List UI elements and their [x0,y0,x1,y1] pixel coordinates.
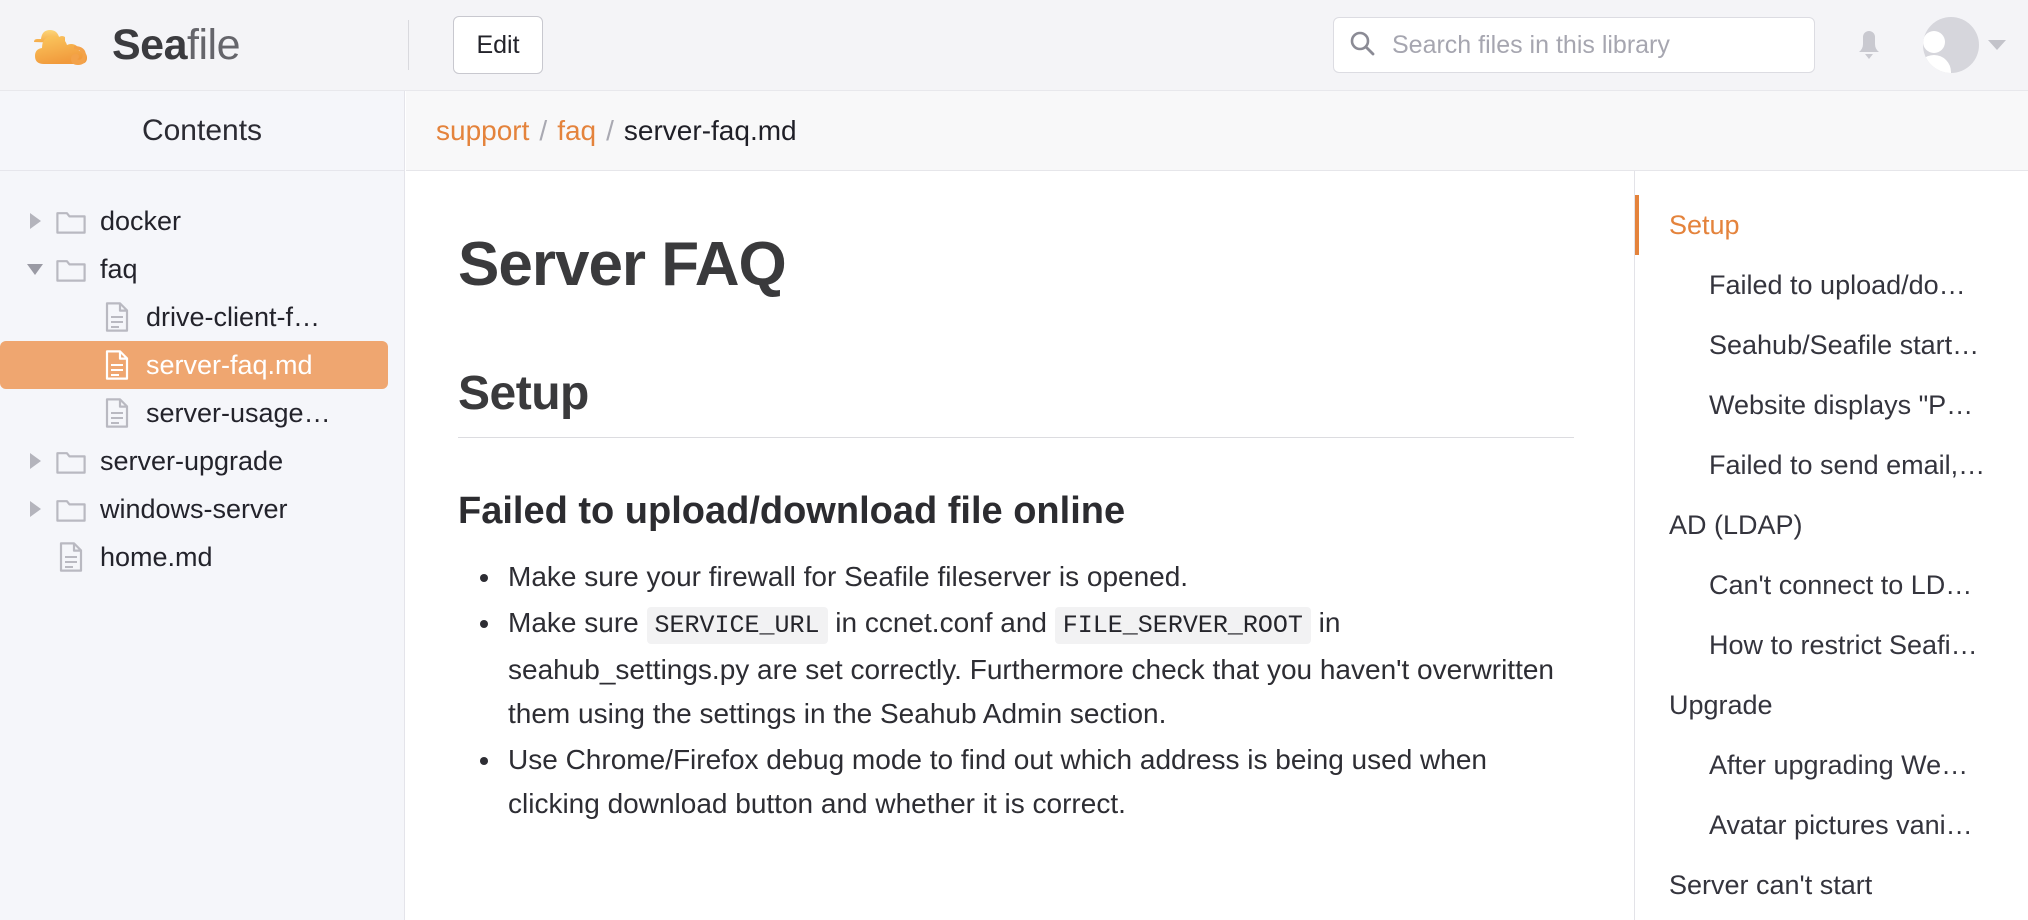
outline-item-label: After upgrading We… [1709,750,1968,781]
folder-icon [56,206,86,236]
bullet-item: Make sure SERVICE_URL in ccnet.conf and … [466,601,1574,736]
breadcrumb-item-faq[interactable]: faq [557,115,596,147]
tree-item-label: faq [100,254,138,285]
tree-item-label: server-usage… [146,398,331,429]
expand-triangle-icon[interactable] [22,496,48,522]
bullet-item: Make sure your firewall for Seafile file… [466,555,1574,599]
app-logo[interactable]: Seafile [0,0,400,91]
tree-item-label: drive-client-f… [146,302,320,333]
outline-item-how-to-restrict-seafi[interactable]: How to restrict Seafi… [1635,615,2028,675]
expand-triangle-icon[interactable] [22,448,48,474]
sidebar-title: Contents [142,114,262,148]
breadcrumb-item-support[interactable]: support [436,115,529,147]
chevron-down-icon [1988,40,2006,50]
section-heading-setup: Setup [458,366,1574,438]
tree-item-docker[interactable]: docker [0,197,388,245]
tree-item-label: docker [100,206,181,237]
outline-item-failed-to-send-email[interactable]: Failed to send email,… [1635,435,2028,495]
inline-code: SERVICE_URL [647,607,828,644]
expand-triangle-icon[interactable] [22,208,48,234]
seafile-cloud-logo-icon [30,20,104,70]
folder-icon [56,254,86,284]
outline-item-label: Setup [1669,210,1740,241]
tree-item-label: windows-server [100,494,288,525]
bullet-text: Make sure your firewall for Seafile file… [508,561,1188,592]
logo-text-bold: Sea [112,21,187,69]
outline-item-setup[interactable]: Setup [1635,195,2028,255]
outline-item-avatar-pictures-vani[interactable]: Avatar pictures vani… [1635,795,2028,855]
breadcrumb-separator: / [606,115,614,147]
file-icon [102,302,132,332]
tree-item-label: server-faq.md [146,350,313,381]
contents-sidebar: Contents docker faq drive-client-f… server-… [0,91,405,920]
document-bullet-list: Make sure your firewall for Seafile file… [458,555,1574,826]
sidebar-header: Contents [0,91,404,171]
search-input[interactable] [1392,31,1792,60]
app-header: Seafile Edit [0,0,2028,91]
tree-item-label: home.md [100,542,213,573]
logo-text-light: file [187,21,240,69]
tree-item-home-md[interactable]: home.md [0,533,388,581]
logo-wordmark: Seafile [112,24,240,67]
subsection-heading: Failed to upload/download file online [458,490,1574,533]
notification-bell-icon[interactable] [1849,21,1889,69]
outline-list: Setup Failed to upload/do… Seahub/Seafile … [1635,195,2028,915]
outline-item-label: Can't connect to LD… [1709,570,1972,601]
outline-item-after-upgrading-we[interactable]: After upgrading We… [1635,735,2028,795]
header-divider [408,20,409,70]
folder-icon [56,494,86,524]
breadcrumb-item-server-faq-md: server-faq.md [624,115,797,147]
outline-item-label: Failed to upload/do… [1709,270,1966,301]
tree-item-faq[interactable]: faq [0,245,388,293]
bullet-text: Make sure [508,607,647,638]
document-outline: Setup Failed to upload/do… Seahub/Seafile … [1634,171,2028,920]
outline-item-label: Server can't start [1669,870,1872,901]
file-icon [102,398,132,428]
file-icon [56,542,86,572]
tree-item-server-upgrade[interactable]: server-upgrade [0,437,388,485]
outline-item-failed-to-upload-do[interactable]: Failed to upload/do… [1635,255,2028,315]
outline-item-seahub-seafile-start[interactable]: Seahub/Seafile start… [1635,315,2028,375]
edit-button[interactable]: Edit [453,16,543,74]
outline-item-website-displays-p[interactable]: Website displays "P… [1635,375,2028,435]
folder-icon [56,446,86,476]
file-icon [102,350,132,380]
outline-item-label: Failed to send email,… [1709,450,1985,481]
inline-code: FILE_SERVER_ROOT [1055,607,1311,644]
tree-item-label: server-upgrade [100,446,283,477]
search-icon [1348,29,1376,62]
user-avatar-icon [1923,17,1979,73]
outline-item-label: How to restrict Seafi… [1709,630,1978,661]
bullet-item: Use Chrome/Firefox debug mode to find ou… [466,738,1574,826]
outline-item-label: Avatar pictures vani… [1709,810,1973,841]
outline-item-upgrade[interactable]: Upgrade [1635,675,2028,735]
outline-item-can-t-connect-to-ld[interactable]: Can't connect to LD… [1635,555,2028,615]
outline-item-label: AD (LDAP) [1669,510,1803,541]
outline-item-label: Seahub/Seafile start… [1709,330,1979,361]
outline-item-ad-ldap[interactable]: AD (LDAP) [1635,495,2028,555]
tree-item-server-faq-md[interactable]: server-faq.md [0,341,388,389]
document-viewer: Server FAQ Setup Failed to upload/downlo… [406,171,1634,920]
user-menu-button[interactable] [1923,17,2006,73]
collapse-triangle-icon[interactable] [22,256,48,282]
file-tree: docker faq drive-client-f… server-faq.md ser… [0,171,404,581]
document-title: Server FAQ [458,229,1574,300]
tree-item-server-usage[interactable]: server-usage… [0,389,388,437]
outline-item-label: Upgrade [1669,690,1773,721]
outline-item-server-can-t-start[interactable]: Server can't start [1635,855,2028,915]
tree-item-drive-client-f[interactable]: drive-client-f… [0,293,388,341]
header-actions [1333,17,2028,73]
bullet-text: Use Chrome/Firefox debug mode to find ou… [508,744,1487,819]
search-box[interactable] [1333,17,1815,73]
tree-item-windows-server[interactable]: windows-server [0,485,388,533]
breadcrumb-list: support / faq / server-faq.md [436,115,797,147]
outline-item-label: Website displays "P… [1709,390,1973,421]
breadcrumb-separator: / [539,115,547,147]
breadcrumb: support / faq / server-faq.md [406,91,2028,171]
bullet-text: in ccnet.conf and [828,607,1055,638]
